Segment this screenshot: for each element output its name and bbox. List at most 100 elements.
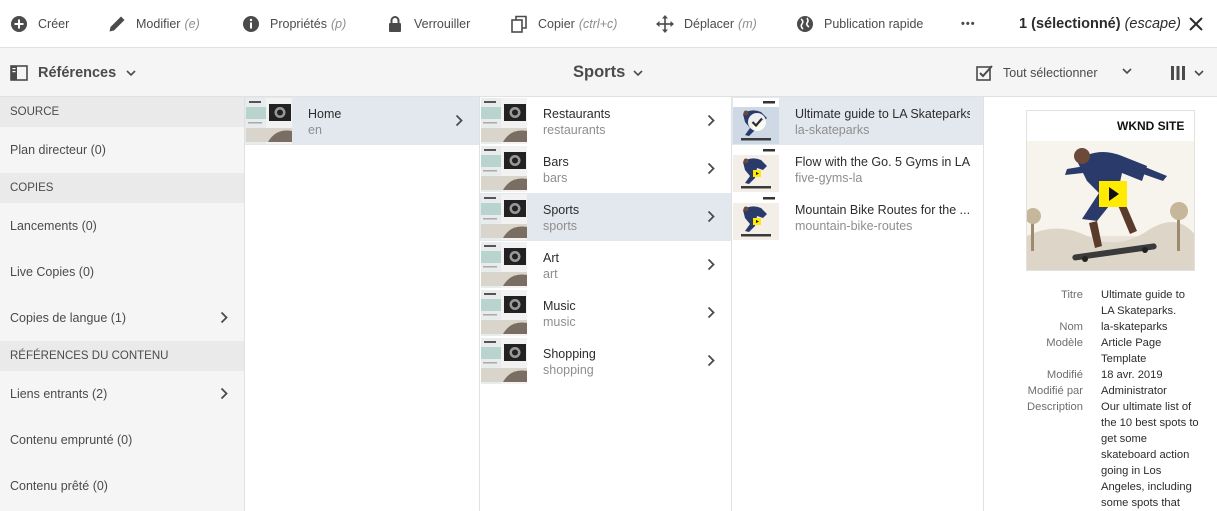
- column-row[interactable]: Restaurants restaurants: [480, 97, 731, 145]
- references-rail-toggle[interactable]: Références: [10, 48, 136, 97]
- more-icon: •••: [961, 18, 976, 30]
- lock-button[interactable]: Verrouiller: [386, 0, 470, 48]
- rail-item[interactable]: Copies de langue (1): [0, 295, 244, 341]
- column-row[interactable]: Shopping shopping: [480, 337, 731, 385]
- page-thumbnail[interactable]: [733, 146, 779, 192]
- rail-item-label: Plan directeur (0): [10, 143, 106, 157]
- globe-icon: [797, 16, 813, 32]
- page-title: Home: [308, 107, 342, 121]
- page-title: Mountain Bike Routes for the ...: [795, 203, 970, 217]
- page-title: Restaurants: [543, 107, 611, 121]
- view-switcher[interactable]: [1170, 48, 1204, 97]
- page-name: five-gyms-la: [795, 171, 863, 185]
- page-name: la-skateparks: [795, 123, 870, 137]
- page-thumbnail[interactable]: [481, 242, 527, 288]
- page-thumbnail[interactable]: [733, 194, 779, 240]
- selected-count-label: 1 (sélectionné): [1019, 16, 1121, 32]
- column-en: Restaurants restaurants Bars bars Sports spor…: [480, 97, 732, 511]
- chevron-right-icon[interactable]: [707, 354, 715, 370]
- more-button[interactable]: •••: [961, 0, 976, 48]
- meta-key: Modifié par: [1027, 385, 1083, 397]
- close-icon[interactable]: [1187, 15, 1205, 33]
- rail-item-label: Liens entrants (2): [10, 387, 108, 401]
- rail-item-label: Contenu emprunté (0): [10, 433, 133, 447]
- page-title: Music: [543, 299, 576, 313]
- edit-button[interactable]: Modifier (e): [108, 0, 200, 48]
- edit-shortcut: (e): [184, 17, 200, 31]
- create-button[interactable]: Créer: [10, 0, 69, 48]
- chevron-right-icon[interactable]: [707, 258, 715, 274]
- page-thumbnail[interactable]: [481, 146, 527, 192]
- metadata-list: Titre Ultimate guide to LA Skateparks. No…: [984, 287, 1217, 511]
- meta-row-title: Titre Ultimate guide to LA Skateparks.: [984, 287, 1217, 319]
- column-row[interactable]: Mountain Bike Routes for the ... mountain…: [732, 193, 983, 241]
- chevron-right-icon[interactable]: [707, 162, 715, 178]
- move-label: Déplacer: [684, 17, 735, 31]
- page-title: Shopping: [543, 347, 596, 361]
- escape-hint: (escape): [1124, 16, 1181, 32]
- meta-row-modified-by: Modifié par Administrator: [984, 383, 1217, 399]
- chevron-right-icon[interactable]: [455, 114, 463, 130]
- page-title: Art: [543, 251, 559, 265]
- rail-section-header: COPIES: [0, 173, 244, 203]
- rail-item[interactable]: Lancements (0): [0, 203, 244, 249]
- chevron-right-icon[interactable]: [707, 114, 715, 130]
- page-thumbnail[interactable]: [733, 98, 779, 144]
- rail-item-label: Contenu prêté (0): [10, 479, 108, 493]
- properties-button[interactable]: Propriétés (p): [242, 0, 346, 48]
- rail-item[interactable]: Live Copies (0): [0, 249, 244, 295]
- meta-key: Nom: [1059, 321, 1083, 333]
- page-name: sports: [543, 219, 578, 233]
- rail-item[interactable]: Plan directeur (0): [0, 127, 244, 173]
- chevron-right-icon[interactable]: [707, 210, 715, 226]
- meta-value: 18 avr. 2019: [1101, 369, 1163, 381]
- rail-item[interactable]: Contenu prêté (0): [0, 463, 244, 509]
- chevron-down-icon: [126, 69, 136, 76]
- page-thumbnail[interactable]: [481, 194, 527, 240]
- column-view-icon: [1171, 65, 1185, 80]
- breadcrumb[interactable]: Sports: [573, 48, 643, 97]
- rail-item[interactable]: Liens entrants (2): [0, 371, 244, 417]
- chevron-right-icon[interactable]: [707, 306, 715, 322]
- page-thumbnail[interactable]: [246, 98, 292, 144]
- copy-shortcut: (ctrl+c): [578, 17, 618, 31]
- quick-publish-button[interactable]: Publication rapide: [796, 0, 923, 48]
- column-row[interactable]: Flow with the Go. 5 Gyms in LA. five-gyms…: [732, 145, 983, 193]
- chevron-down-icon: [1194, 69, 1204, 76]
- copy-button[interactable]: Copier (ctrl+c): [510, 0, 617, 48]
- column-row[interactable]: Ultimate guide to LA Skateparks. la-skate…: [732, 97, 983, 145]
- meta-key: Titre: [1061, 289, 1083, 301]
- page-name: bars: [543, 171, 568, 185]
- rail-item-label: Copies de langue (1): [10, 311, 127, 325]
- column-row[interactable]: Sports sports: [480, 193, 731, 241]
- preview-panel: WKND SITE Titre Ultimate guide to LA Skat…: [984, 97, 1217, 511]
- edit-label: Modifier: [136, 17, 181, 31]
- page-name: mountain-bike-routes: [795, 219, 913, 233]
- column-row[interactable]: Art art: [480, 241, 731, 289]
- meta-key: Modifié: [1046, 369, 1083, 381]
- properties-shortcut: (p): [330, 17, 347, 31]
- column-row[interactable]: Music music: [480, 289, 731, 337]
- copy-label: Copier: [538, 17, 575, 31]
- column-row[interactable]: Home en: [245, 97, 479, 145]
- chevron-right-icon: [220, 311, 228, 327]
- page-thumbnail[interactable]: [481, 98, 527, 144]
- page-thumbnail[interactable]: [481, 290, 527, 336]
- meta-key: Description: [1027, 401, 1083, 413]
- page-title: Flow with the Go. 5 Gyms in LA.: [795, 155, 970, 169]
- info-icon: [243, 16, 259, 32]
- page-thumbnail[interactable]: [481, 338, 527, 384]
- meta-value: Article Page Template: [1101, 337, 1162, 365]
- checkbox-icon: [976, 65, 993, 81]
- move-button[interactable]: Déplacer (m): [656, 0, 757, 48]
- meta-value: Administrator: [1101, 385, 1167, 397]
- page-name: restaurants: [543, 123, 606, 137]
- chevron-down-icon[interactable]: [1122, 67, 1132, 75]
- page-title: Sports: [543, 203, 580, 217]
- meta-value: Our ultimate list of the 10 best spots t…: [1101, 401, 1199, 509]
- preview-brand: WKND SITE: [1117, 119, 1184, 133]
- sub-header: Références Sports Tout sélectionner: [0, 48, 1217, 97]
- select-all-button[interactable]: Tout sélectionner: [976, 48, 1098, 97]
- column-row[interactable]: Bars bars: [480, 145, 731, 193]
- rail-item[interactable]: Contenu emprunté (0): [0, 417, 244, 463]
